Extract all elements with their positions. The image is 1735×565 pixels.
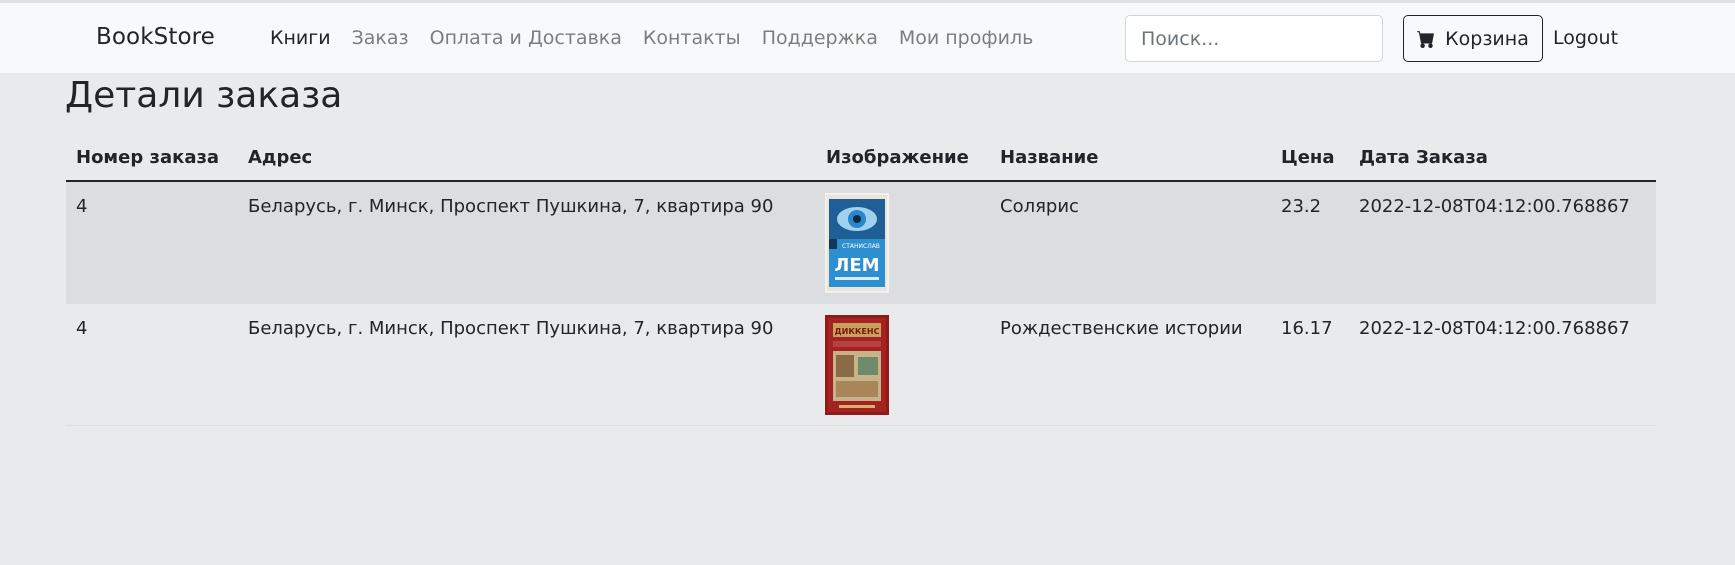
cell-image: СТАНИСЛАВ ЛЕМ (816, 181, 990, 304)
header-order-date: Дата Заказа (1349, 134, 1656, 182)
nav-link-support[interactable]: Поддержка (762, 27, 878, 49)
cart-button[interactable]: Корзина (1403, 15, 1543, 62)
solaris-book-cover: СТАНИСЛАВ ЛЕМ (825, 193, 889, 293)
header-price: Цена (1271, 134, 1349, 182)
cell-image: ДИККЕНС (816, 303, 990, 426)
table-header-row: Номер заказа Адрес Изображение Название … (66, 134, 1656, 182)
table-row: 4 Беларусь, г. Минск, Проспект Пушкина, … (66, 303, 1656, 426)
cell-order-number: 4 (66, 181, 238, 304)
page-title: Детали заказа (65, 75, 343, 116)
table-row: 4 Беларусь, г. Минск, Проспект Пушкина, … (66, 181, 1656, 304)
nav-link-order[interactable]: Заказ (352, 27, 409, 49)
svg-text:ДИККЕНС: ДИККЕНС (835, 327, 880, 336)
nav-link-books[interactable]: Книги (270, 27, 331, 49)
brand-logo[interactable]: BookStore (96, 24, 215, 50)
cell-order-date: 2022-12-08T04:12:00.768867 (1349, 303, 1656, 426)
cell-order-number: 4 (66, 303, 238, 426)
svg-text:СТАНИСЛАВ: СТАНИСЛАВ (842, 243, 880, 250)
cell-title: Солярис (990, 181, 1271, 304)
cart-icon (1417, 30, 1435, 48)
header-title: Название (990, 134, 1271, 182)
header-order-number: Номер заказа (66, 134, 238, 182)
search-input[interactable] (1125, 15, 1383, 62)
nav-link-contacts[interactable]: Контакты (643, 27, 741, 49)
navbar: BookStore Книги Заказ Оплата и Доставка … (0, 3, 1735, 73)
nav-link-payment-delivery[interactable]: Оплата и Доставка (430, 27, 622, 49)
logout-link[interactable]: Logout (1553, 27, 1618, 49)
cell-address: Беларусь, г. Минск, Проспект Пушкина, 7,… (238, 303, 816, 426)
order-details-table: Номер заказа Адрес Изображение Название … (66, 134, 1656, 426)
cell-price: 16.17 (1271, 303, 1349, 426)
cell-order-date: 2022-12-08T04:12:00.768867 (1349, 181, 1656, 304)
cell-price: 23.2 (1271, 181, 1349, 304)
cell-address: Беларусь, г. Минск, Проспект Пушкина, 7,… (238, 181, 816, 304)
christmas-stories-book-cover: ДИККЕНС (825, 315, 889, 415)
cell-title: Рождественские истории (990, 303, 1271, 426)
svg-text:ЛЕМ: ЛЕМ (834, 255, 879, 276)
header-image: Изображение (816, 134, 990, 182)
nav-links: Книги Заказ Оплата и Доставка Контакты П… (270, 27, 1054, 49)
header-address: Адрес (238, 134, 816, 182)
nav-link-profile[interactable]: Мои профиль (899, 27, 1033, 49)
cart-button-label: Корзина (1445, 27, 1529, 50)
